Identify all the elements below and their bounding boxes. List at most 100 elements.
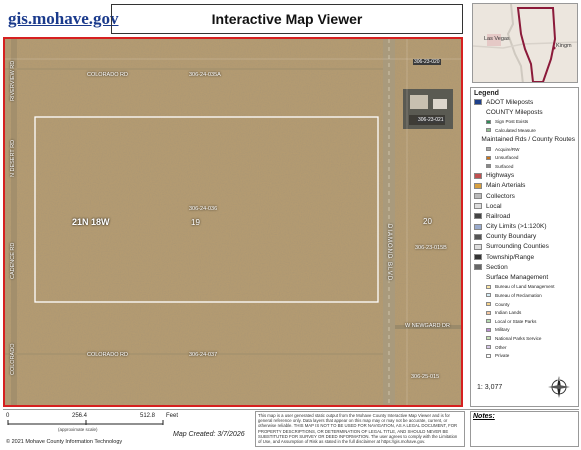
section-label-20: 20	[423, 217, 432, 226]
legend-item: ADOT Mileposts	[474, 97, 575, 107]
legend-item-label: County Boundary	[486, 233, 537, 241]
parcel-label-015b: 306-23-015B	[415, 245, 447, 251]
legend-item: Sign Post Exists	[474, 117, 575, 126]
legend-swatch	[474, 233, 482, 240]
scale-tick-256: 256.4	[72, 413, 88, 419]
legend-swatch	[474, 203, 482, 210]
legend-item: COUNTY Mileposts	[474, 107, 575, 117]
road-label-left-mid: N DESERT RD	[10, 139, 16, 177]
road-label-left-low: CADENCE RD	[10, 242, 16, 279]
legend-item: Local or State Parks	[474, 317, 575, 326]
legend-item-label: Other	[495, 344, 507, 350]
legend-swatch	[486, 128, 491, 133]
legend-swatch	[486, 336, 491, 341]
legend-item: County	[474, 300, 575, 309]
legend-item: Calculated Measure	[474, 126, 575, 135]
legend-item: Surrounding Counties	[474, 242, 575, 252]
legend-item-label: Railroad	[486, 212, 511, 220]
legend-swatch	[486, 164, 491, 169]
township-range-label: 21N 18W	[72, 217, 110, 227]
inset-locator-map: Las Vegas Kingm	[472, 3, 578, 83]
page-title: Interactive Map Viewer	[111, 4, 463, 34]
parcel-label-021: 306-23-021	[417, 117, 445, 123]
legend-item-label: COUNTY Mileposts	[486, 108, 543, 116]
legend-item: National Parks Service	[474, 334, 575, 343]
legend-swatch	[486, 353, 491, 358]
legend-item: City Limits (>1:120K)	[474, 221, 575, 231]
legend-item: Acquire/RW	[474, 145, 575, 154]
legend-swatch	[486, 147, 491, 152]
legend-item: Unsurfaced	[474, 153, 575, 162]
legend-item: Collectors	[474, 191, 575, 201]
legend-item-label: Unsurfaced	[495, 155, 519, 161]
legend-swatch	[486, 327, 491, 332]
copyright-text: © 2021 Mohave County Information Technol…	[6, 439, 123, 445]
legend-item: Other	[474, 343, 575, 352]
legend-item: Military	[474, 326, 575, 335]
inset-label-kingman: Kingm	[556, 43, 572, 49]
legend-swatch	[474, 264, 482, 271]
parcel-label-035a: 306-24-035A	[189, 72, 221, 78]
road-label-w-newgard: W NEWGARD DR	[405, 323, 450, 329]
legend-item-label: County	[495, 301, 510, 307]
legend-swatch	[486, 302, 491, 307]
legend-title: Legend	[474, 90, 499, 97]
legend-item-label: Bureau of Reclamation	[495, 292, 542, 298]
legend-item: Private	[474, 351, 575, 360]
inset-map-graphic: Las Vegas Kingm	[473, 4, 577, 82]
legend-item: Bureau of Land Management	[474, 283, 575, 292]
legend-item-label: Acquire/RW	[495, 146, 520, 152]
legend-item: Maintained Rds / County Routes	[474, 135, 575, 145]
legend-item-label: Township/Range	[486, 253, 535, 261]
legend-item-label: Surfaced	[495, 163, 514, 169]
legend-swatch	[474, 99, 482, 106]
aerial-map[interactable]: COLORADO RD COLORADO RD 306-24-035A 306-…	[3, 37, 463, 407]
legend-swatch	[486, 310, 491, 315]
legend-item-label: Sign Post Exists	[495, 119, 529, 125]
legend-swatch	[474, 193, 482, 199]
legend-swatch	[486, 284, 491, 289]
legend-item-label: Section	[486, 263, 508, 271]
parcel-label-036: 306-24-036	[189, 206, 218, 212]
legend-swatch	[486, 119, 491, 124]
legend-item-label: Surface Management	[486, 274, 549, 281]
scale-unit: Feet	[166, 413, 179, 419]
legend-swatch	[474, 213, 482, 220]
legend-item: Section	[474, 262, 575, 272]
scale-tick-0: 0	[6, 413, 10, 419]
map-created-date: Map Created: 3/7/2026	[173, 431, 245, 438]
legend-item-label: Private	[495, 353, 510, 359]
section-label-19: 19	[191, 218, 200, 227]
legend-item-label: Maintained Rds / County Routes	[481, 136, 575, 144]
svg-text:N: N	[557, 377, 560, 382]
legend-item: Highways	[474, 171, 575, 181]
road-label-left-top: RIVERVIEW RD	[10, 60, 16, 101]
legend-swatch	[474, 182, 482, 189]
legend-item-label: Collectors	[486, 192, 515, 200]
map-scale-ratio: 1: 3,077	[477, 384, 503, 391]
legend-item: Local	[474, 201, 575, 211]
legend-item: Railroad	[474, 211, 575, 221]
legend-swatch	[486, 155, 491, 160]
road-label-colorado-top: COLORADO RD	[87, 72, 128, 78]
legend-item-label: Calculated Measure	[495, 127, 536, 133]
legend-item: County Boundary	[474, 232, 575, 242]
legend-list: ADOT Mileposts COUNTY Mileposts Sign Post …	[474, 97, 575, 360]
legend-item-label: Local	[486, 202, 502, 210]
legend-item: Surfaced	[474, 162, 575, 171]
legend-item: Surface Management	[474, 272, 575, 282]
legend-panel: Legend ADOT Mileposts COUNTY Mileposts Sig…	[470, 87, 579, 407]
inset-label-las-vegas: Las Vegas	[484, 36, 510, 42]
legend-item: Bureau of Reclamation	[474, 291, 575, 300]
disclaimer-text: This map is a user generated static outp…	[255, 411, 465, 447]
notes-label: Notes:	[473, 413, 495, 420]
north-arrow-icon: N	[548, 376, 570, 398]
legend-item-label: National Parks Service	[495, 335, 542, 341]
road-label-left-bot: COLORADO	[10, 343, 16, 375]
site-link[interactable]: gis.mohave.gov	[8, 9, 119, 29]
scale-tick-512: 512.8	[140, 413, 156, 419]
scale-note: (approximate scale)	[58, 427, 98, 432]
legend-item-label: Local or State Parks	[495, 318, 537, 324]
parcel-label-020: 306-23-020	[413, 59, 441, 65]
legend-swatch	[474, 243, 482, 250]
